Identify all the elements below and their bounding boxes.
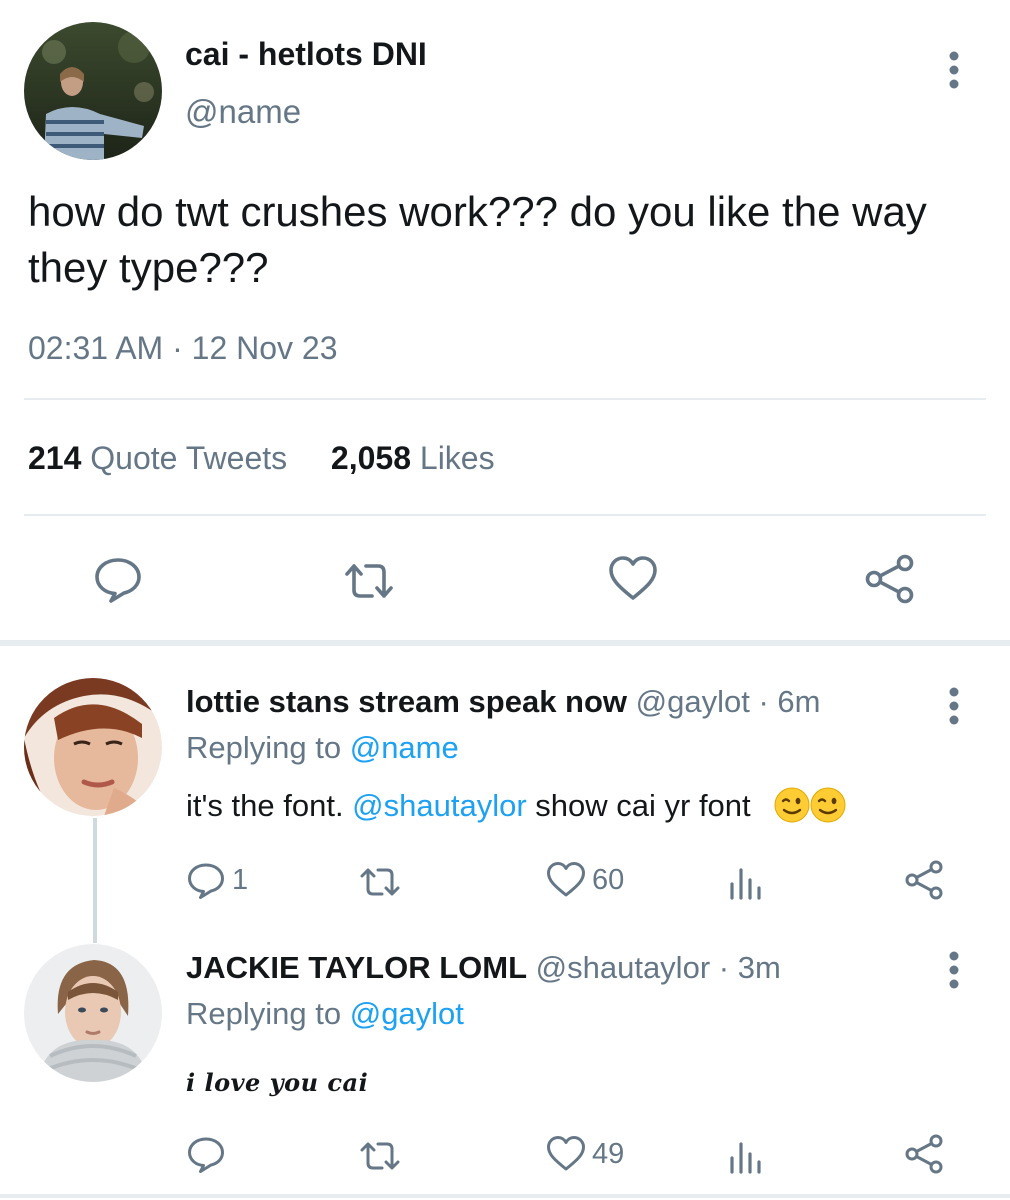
reply-text: i love you cai [186, 1068, 369, 1097]
replying-to-mention[interactable]: @gaylot [350, 996, 464, 1031]
retweet-button[interactable] [344, 556, 394, 611]
share-button[interactable] [904, 860, 944, 905]
heart-icon [547, 1136, 585, 1171]
replying-to-prefix: Replying to [186, 730, 350, 765]
main-author-avatar[interactable] [24, 22, 162, 160]
engagement-stats: 214 Quote Tweets 2,058 Likes [28, 440, 495, 477]
likes-count: 2,058 [330, 440, 411, 476]
mention-link[interactable]: @shautaylor [352, 788, 527, 823]
reply-icon [188, 1137, 224, 1173]
more-vertical-icon [949, 951, 959, 989]
reply-count: 1 [232, 863, 249, 896]
retweet-icon [360, 1142, 400, 1170]
likes-label: Likes [419, 440, 495, 476]
reply-reply-button[interactable]: 1 [186, 860, 248, 900]
analytics-button[interactable] [728, 862, 768, 907]
bottom-divider [0, 1194, 1010, 1198]
main-tweet-text: how do twt crushes work??? do you like t… [28, 188, 927, 291]
quote-tweets-stat[interactable]: 214 Quote Tweets [28, 440, 287, 476]
quote-tweets-label: Quote Tweets [90, 440, 288, 476]
reply-menu-button[interactable] [948, 686, 964, 726]
reply-reply-button[interactable] [186, 1134, 226, 1179]
reply-author-avatar[interactable] [24, 944, 162, 1082]
like-count: 60 [592, 863, 625, 896]
divider [24, 514, 986, 516]
reply-author-handle[interactable]: @shautaylor [536, 950, 711, 985]
reply-author-avatar[interactable] [24, 678, 162, 816]
reply-menu-button[interactable] [948, 950, 964, 990]
heart-icon [609, 556, 657, 600]
more-vertical-icon [949, 51, 959, 89]
reply-text: it's the font. @shautaylor show cai yr f… [186, 787, 846, 824]
reply-header: lottie stans stream speak now @gaylot · … [186, 684, 821, 720]
analytics-bars-icon [730, 868, 761, 900]
replying-to-prefix: Replying to [186, 996, 350, 1031]
reply-icon [188, 863, 224, 899]
share-icon [865, 554, 914, 604]
reply-icon [95, 558, 141, 603]
main-author-name[interactable]: cai - hetlots DNI [185, 36, 427, 73]
reply-text-part: show cai yr font [526, 788, 751, 823]
more-vertical-icon [949, 687, 959, 725]
reply-author-handle[interactable]: @gaylot [636, 684, 750, 719]
reply-age[interactable]: · 6m [759, 684, 821, 719]
divider [24, 398, 986, 400]
main-tweet-menu-button[interactable] [948, 48, 964, 89]
main-author-handle[interactable]: @name [185, 93, 301, 131]
reply-author-name[interactable]: JACKIE TAYLOR LOML [186, 950, 527, 985]
replying-to: Replying to @name [186, 730, 459, 766]
section-separator [0, 640, 1010, 646]
analytics-button[interactable] [728, 1136, 768, 1181]
winking-face-emoji-icon [774, 787, 810, 823]
like-button[interactable]: 49 [546, 1134, 624, 1174]
winking-face-emoji-icon [810, 787, 846, 823]
replying-to-mention[interactable]: @name [350, 730, 459, 765]
retweet-icon [360, 868, 400, 896]
reply-button[interactable] [93, 554, 143, 609]
like-button[interactable]: 60 [546, 860, 624, 900]
retweet-button[interactable] [360, 862, 400, 907]
reply-header: JACKIE TAYLOR LOML @shautaylor · 3m [186, 950, 781, 986]
likes-stat[interactable]: 2,058 Likes [331, 440, 495, 476]
retweet-button[interactable] [360, 1136, 400, 1181]
retweet-icon [345, 564, 393, 598]
like-count: 49 [592, 1137, 625, 1170]
analytics-bars-icon [730, 1142, 761, 1174]
quote-tweets-count: 214 [28, 440, 82, 476]
reply-text-part: it's the font. [186, 788, 353, 823]
share-button[interactable] [865, 554, 915, 609]
thread-connector [93, 818, 97, 943]
reply-age[interactable]: · 3m [719, 950, 781, 985]
heart-icon [547, 862, 585, 897]
main-tweet-timestamp[interactable]: 02:31 AM · 12 Nov 23 [28, 330, 338, 367]
reply-author-name[interactable]: lottie stans stream speak now [186, 684, 627, 719]
share-button[interactable] [904, 1134, 944, 1179]
like-button[interactable] [608, 554, 658, 609]
share-icon [905, 1134, 943, 1174]
share-icon [905, 860, 943, 900]
replying-to: Replying to @gaylot [186, 996, 464, 1032]
